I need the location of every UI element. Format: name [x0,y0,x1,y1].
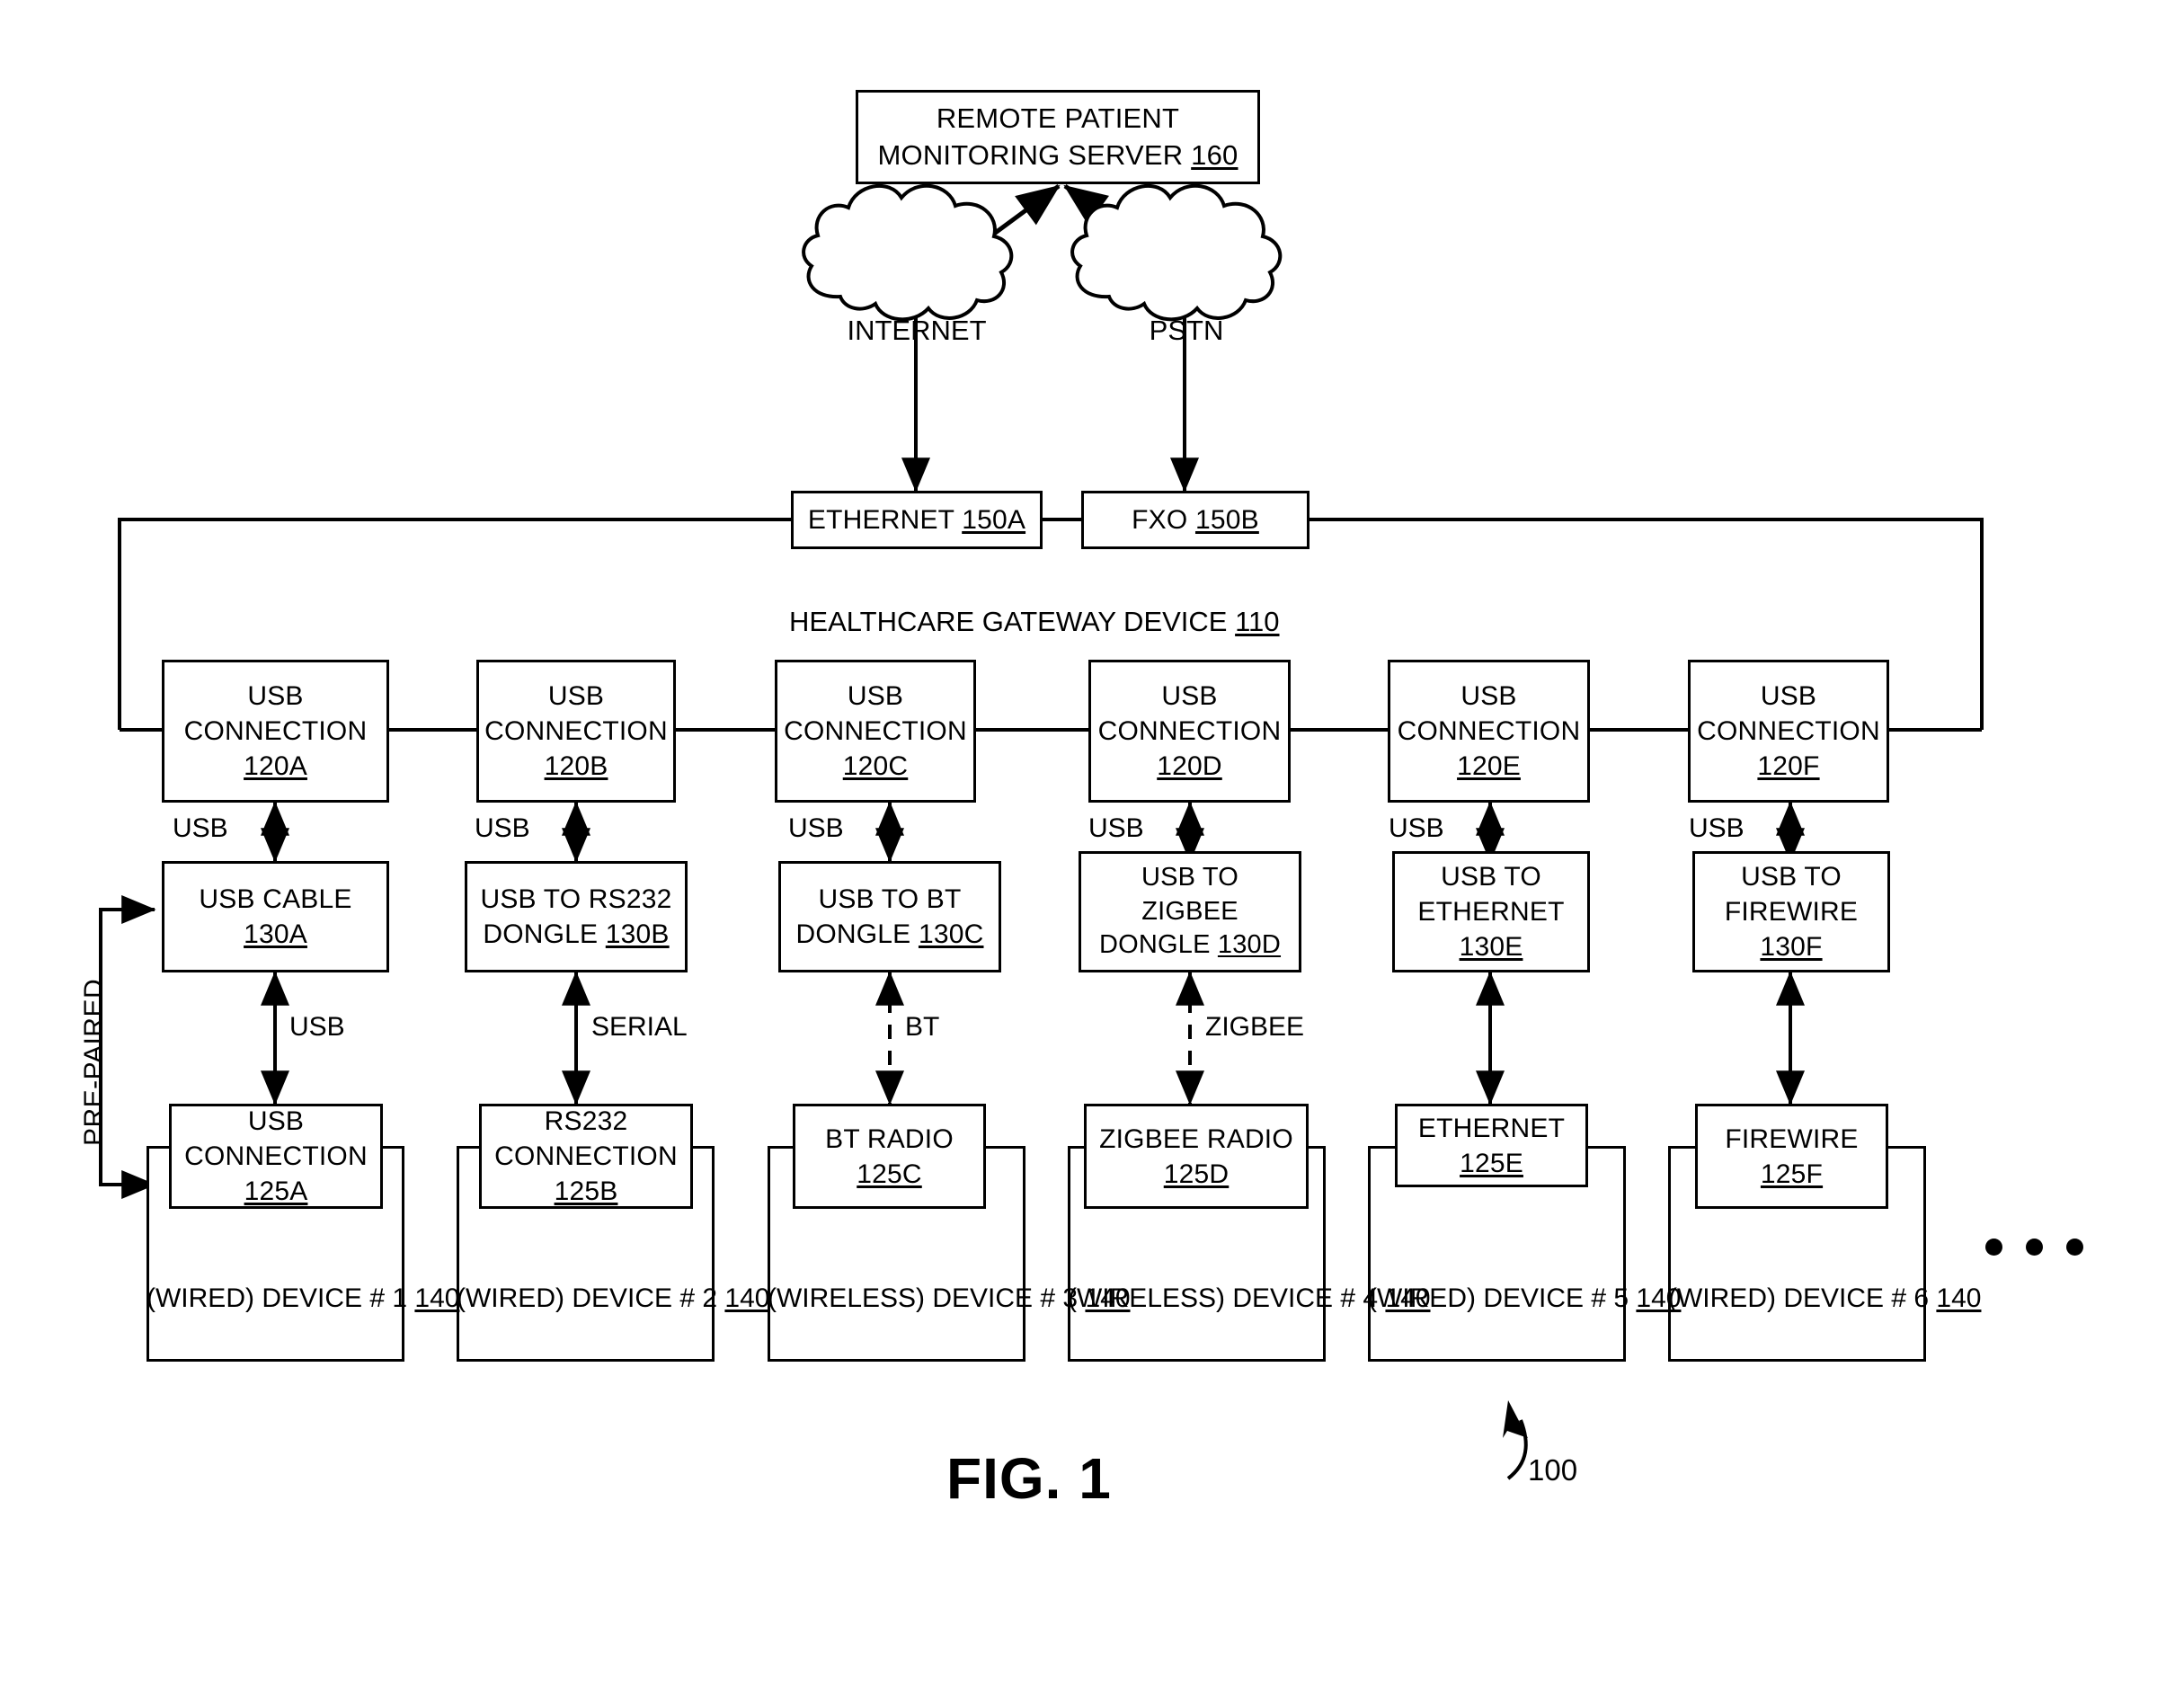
usb-connection-box-120f[interactable]: USB CONNECTION 120F [1688,660,1889,803]
usb-link-label-3: USB [788,813,844,843]
device-label-1: (WIRED) DEVICE # 1 140 [146,1283,460,1313]
device-label-5: (WIRED) DEVICE # 5 140 [1368,1283,1682,1313]
usb-connection-ref-120d: 120D [1157,751,1222,781]
system-reference-100: 100 [1528,1453,1578,1487]
ethernet-port-box[interactable]: ETHERNET 150A [791,491,1043,549]
pstn-cloud-label: PSTN [1149,315,1224,346]
interface-ref-125d: 125D [1163,1159,1230,1189]
protocol-label-serial: SERIAL [591,1012,688,1042]
device-label-2: (WIRED) DEVICE # 2 140 [457,1283,770,1313]
device-label-6: (WIRED) DEVICE # 6 140 [1668,1283,1982,1313]
usb-to-zigbee-dongle-box-130d[interactable]: USB TO ZIGBEE DONGLE 130D [1079,851,1301,972]
continuation-ellipsis [1985,1239,2083,1256]
gateway-ref: 110 [1235,606,1280,637]
adapter-ref-130a: 130A [244,919,307,949]
protocol-label-bt: BT [905,1012,940,1042]
interface-ref-125a: 125A [244,1176,308,1206]
ellipsis-dot-2 [2026,1239,2043,1256]
protocol-label-zigbee: ZIGBEE [1205,1012,1305,1042]
usb-connection-box-120e[interactable]: USB CONNECTION 120E [1388,660,1590,803]
device-label-4: (WIRELESS) DEVICE # 4 140 [1068,1283,1431,1313]
fxo-port-box[interactable]: FXO 150B [1081,491,1310,549]
patent-figure-1: REMOTE PATIENT MONITORING SERVER 160 INT… [0,0,2184,1687]
interface-ref-125b: 125B [554,1176,618,1206]
usb-link-label-1: USB [173,813,228,843]
pstn-cloud-shape [1070,183,1283,322]
server-line-1: REMOTE PATIENT [936,102,1180,135]
usb-to-bt-dongle-box-130c[interactable]: USB TO BT DONGLE 130C [778,861,1001,972]
interface-ref-125c: 125C [857,1159,922,1189]
usb-link-label-2: USB [475,813,530,843]
usb-connection-ref-120b: 120B [544,751,608,781]
zigbee-radio-interface-125d[interactable]: ZIGBEE RADIO 125D [1084,1104,1309,1209]
interface-ref-125e: 125E [1460,1148,1523,1178]
healthcare-gateway-device-title: HEALTHCARE GATEWAY DEVICE 110 [789,606,1280,637]
usb-cable-box-130a[interactable]: USB CABLE 130A [162,861,389,972]
ellipsis-dot-3 [2066,1239,2083,1256]
protocol-label-usb: USB [289,1012,345,1042]
interface-ref-125f: 125F [1760,1159,1824,1189]
adapter-ref-130e: 130E [1459,932,1523,962]
adapter-ref-130d: 130D [1217,930,1282,960]
adapter-ref-130f: 130F [1760,932,1823,962]
ethernet-interface-125e[interactable]: ETHERNET 125E [1395,1104,1588,1187]
server-ref: 160 [1191,138,1238,171]
firewire-interface-125f[interactable]: FIREWIRE 125F [1695,1104,1888,1209]
ethernet-port-label: ETHERNET 150A [807,505,1026,535]
usb-link-label-4: USB [1088,813,1144,843]
usb-to-ethernet-box-130e[interactable]: USB TO ETHERNET 130E [1392,851,1590,972]
usb-connection-ref-120c: 120C [842,751,909,781]
bt-radio-interface-125c[interactable]: BT RADIO 125C [793,1104,986,1209]
internet-cloud-shape [802,183,1014,322]
usb-connection-box-120a[interactable]: USB CONNECTION 120A [162,660,389,803]
usb-to-rs232-dongle-box-130b[interactable]: USB TO RS232 DONGLE 130B [465,861,688,972]
ellipsis-dot-1 [1985,1239,2002,1256]
adapter-ref-130b: 130B [605,919,670,949]
usb-link-label-5: USB [1389,813,1444,843]
usb-connection-box-120b[interactable]: USB CONNECTION 120B [476,660,676,803]
usb-to-firewire-box-130f[interactable]: USB TO FIREWIRE 130F [1692,851,1890,972]
pre-paired-label: PRE-PAIRED [79,978,109,1146]
device-label-3: (WIRELESS) DEVICE # 3 140 [768,1283,1131,1313]
usb-link-label-6: USB [1689,813,1745,843]
figure-caption: FIG. 1 [946,1446,1112,1511]
usb-connection-box-120d[interactable]: USB CONNECTION 120D [1088,660,1291,803]
adapter-ref-130c: 130C [918,919,984,949]
usb-connection-ref-120a: 120A [244,751,307,781]
internet-cloud-label: INTERNET [847,315,987,346]
usb-connection-interface-125a[interactable]: USB CONNECTION 125A [169,1104,383,1209]
usb-connection-ref-120f: 120F [1757,751,1820,781]
remote-patient-monitoring-server-box[interactable]: REMOTE PATIENT MONITORING SERVER 160 [856,90,1260,184]
server-line-2: MONITORING SERVER 160 [877,138,1238,171]
rs232-connection-interface-125b[interactable]: RS232 CONNECTION 125B [479,1104,693,1209]
usb-connection-box-120c[interactable]: USB CONNECTION 120C [775,660,976,803]
usb-connection-ref-120e: 120E [1457,751,1521,781]
fxo-port-label: FXO 150B [1132,505,1259,535]
